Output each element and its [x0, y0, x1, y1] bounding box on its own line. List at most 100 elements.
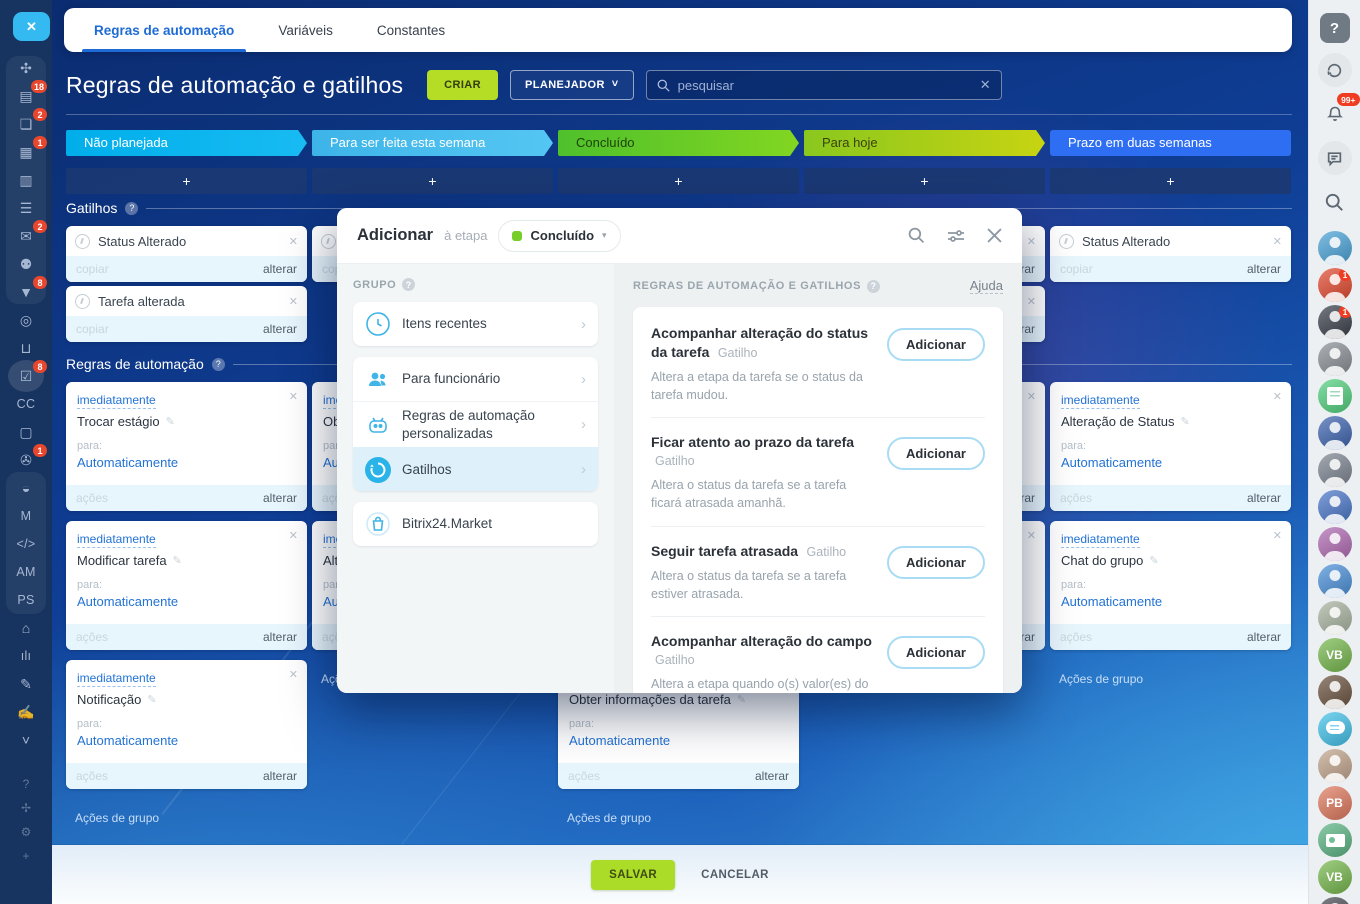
- close-icon[interactable]: [1273, 390, 1282, 403]
- rule-timing-link[interactable]: imediatamente: [77, 532, 156, 548]
- sidebar-item[interactable]: ˅: [6, 726, 46, 754]
- actions-link[interactable]: ações: [76, 630, 108, 644]
- stage-header[interactable]: Para hoje: [804, 130, 1045, 156]
- avatar[interactable]: [1318, 564, 1352, 598]
- history-icon[interactable]: [1318, 53, 1352, 87]
- rule-target-link[interactable]: Automaticamente: [77, 733, 178, 748]
- change-link[interactable]: alterar: [755, 769, 789, 783]
- sidebar-item[interactable]: CC: [6, 390, 46, 418]
- avatar[interactable]: [1318, 379, 1352, 413]
- sidebar-item[interactable]: ◒: [6, 474, 46, 502]
- sidebar-item[interactable]: ⚙: [6, 820, 46, 844]
- add-stage-item-button[interactable]: +: [312, 168, 553, 194]
- group-item-employee[interactable]: Para funcionário: [353, 357, 598, 401]
- add-stage-item-button[interactable]: +: [66, 168, 307, 194]
- change-link[interactable]: alterar: [263, 322, 297, 336]
- avatar[interactable]: [1318, 527, 1352, 561]
- close-icon[interactable]: [1273, 529, 1282, 542]
- search-icon[interactable]: [1318, 185, 1352, 219]
- sidebar-item[interactable]: ▤ 18: [6, 82, 46, 110]
- close-icon[interactable]: [1273, 235, 1282, 248]
- sidebar-item[interactable]: AM: [6, 558, 46, 586]
- avatar[interactable]: [1318, 231, 1352, 265]
- sidebar-item[interactable]: M: [6, 502, 46, 530]
- edit-icon[interactable]: [1149, 554, 1158, 567]
- avatar[interactable]: [1318, 897, 1352, 904]
- avatar[interactable]: 1: [1318, 305, 1352, 339]
- help-icon[interactable]: [402, 278, 415, 291]
- close-icon[interactable]: [1027, 235, 1036, 248]
- rule-timing-link[interactable]: imediatamente: [1061, 532, 1140, 548]
- close-icon[interactable]: [289, 235, 298, 248]
- notifications-bell-icon[interactable]: 99+: [1318, 97, 1352, 131]
- avatar[interactable]: [1318, 601, 1352, 635]
- actions-link[interactable]: ações: [1060, 630, 1092, 644]
- group-actions-link[interactable]: Ações de grupo: [1059, 672, 1143, 686]
- close-icon[interactable]: [289, 529, 298, 542]
- avatar[interactable]: VB: [1318, 638, 1352, 672]
- add-stage-item-button[interactable]: +: [1050, 168, 1291, 194]
- change-link[interactable]: alterar: [263, 769, 297, 783]
- copy-link[interactable]: copiar: [1060, 262, 1093, 276]
- sidebar-item[interactable]: ⚉: [6, 250, 46, 278]
- stage-header[interactable]: Concluído: [558, 130, 799, 156]
- sidebar-item[interactable]: ▦ 1: [6, 138, 46, 166]
- sidebar-item[interactable]: ılı: [6, 642, 46, 670]
- edit-icon[interactable]: [1180, 415, 1189, 428]
- close-icon[interactable]: [1027, 390, 1036, 403]
- cancel-button[interactable]: CANCELAR: [701, 869, 769, 881]
- sidebar-item[interactable]: ▥: [6, 166, 46, 194]
- sidebar-item[interactable]: ✉ 2: [6, 222, 46, 250]
- change-link[interactable]: alterar: [1247, 630, 1281, 644]
- change-link[interactable]: alterar: [1247, 262, 1281, 276]
- stage-header[interactable]: Prazo em duas semanas: [1050, 130, 1291, 156]
- sidebar-item[interactable]: ☰: [6, 194, 46, 222]
- rule-target-link[interactable]: Automaticamente: [1061, 455, 1162, 470]
- avatar[interactable]: [1318, 712, 1352, 746]
- actions-link[interactable]: ações: [1060, 491, 1092, 505]
- sidebar-item[interactable]: ✎: [6, 670, 46, 698]
- group-item-custom-rules[interactable]: Regras de automação personalizadas: [353, 401, 598, 447]
- close-menu-button[interactable]: ✕: [13, 12, 50, 41]
- add-stage-item-button[interactable]: +: [558, 168, 799, 194]
- add-rule-button[interactable]: Adicionar: [887, 546, 985, 579]
- close-icon[interactable]: [1027, 295, 1036, 308]
- edit-icon[interactable]: [737, 693, 746, 706]
- sidebar-item[interactable]: ✢: [6, 796, 46, 820]
- stage-header[interactable]: Não planejada: [66, 130, 307, 156]
- add-rule-button[interactable]: Adicionar: [887, 636, 985, 669]
- sidebar-item[interactable]: ▢: [6, 418, 46, 446]
- avatar[interactable]: PB: [1318, 786, 1352, 820]
- sidebar-item[interactable]: ▼ 8: [6, 278, 46, 306]
- sidebar-item[interactable]: ⌂: [6, 614, 46, 642]
- avatar[interactable]: [1318, 416, 1352, 450]
- actions-link[interactable]: ações: [76, 769, 108, 783]
- copy-link[interactable]: copiar: [76, 322, 109, 336]
- stage-selector[interactable]: Concluído: [498, 220, 620, 252]
- add-rule-button[interactable]: Adicionar: [887, 328, 985, 361]
- group-actions-link[interactable]: Ações de grupo: [75, 811, 159, 825]
- sidebar-item[interactable]: ✇ 1: [6, 446, 46, 474]
- edit-icon[interactable]: [166, 415, 175, 428]
- change-link[interactable]: alterar: [263, 491, 297, 505]
- rule-target-link[interactable]: Automaticamente: [569, 733, 670, 748]
- group-actions-link[interactable]: Ações de grupo: [567, 811, 651, 825]
- sidebar-item[interactable]: </>: [6, 530, 46, 558]
- group-item-triggers[interactable]: Gatilhos: [353, 447, 598, 491]
- stage-header[interactable]: Para ser feita esta semana: [312, 130, 553, 156]
- tab-variables[interactable]: Variáveis: [278, 8, 333, 52]
- clear-search-icon[interactable]: [980, 77, 991, 93]
- avatar[interactable]: [1318, 823, 1352, 857]
- help-link[interactable]: Ajuda: [970, 278, 1003, 294]
- sidebar-item[interactable]: PS: [6, 586, 46, 614]
- create-button[interactable]: CRIAR: [427, 70, 498, 100]
- group-item-market[interactable]: Bitrix24.Market: [353, 502, 598, 546]
- rule-timing-link[interactable]: imediatamente: [77, 393, 156, 409]
- planner-dropdown-button[interactable]: PLANEJADOR: [510, 70, 634, 100]
- sidebar-item[interactable]: ☑ 8: [6, 362, 46, 390]
- avatar[interactable]: [1318, 342, 1352, 376]
- save-button[interactable]: SALVAR: [591, 860, 675, 890]
- group-item-recent[interactable]: Itens recentes: [353, 302, 598, 346]
- avatar[interactable]: 1: [1318, 268, 1352, 302]
- sidebar-item[interactable]: ✣: [6, 54, 46, 82]
